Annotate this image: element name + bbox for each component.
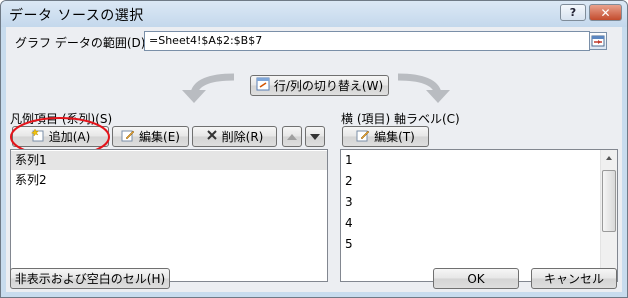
switch-row-column-label: 行/列の切り替え(W) [273, 79, 384, 93]
axis-label-item[interactable]: 3 [341, 193, 599, 212]
arrow-down-icon [310, 133, 320, 140]
edit-axis-labels-label: 編集(T) [374, 130, 415, 144]
data-range-input[interactable]: =Sheet4!$A$2:$B$7 [144, 31, 590, 51]
axis-labels-label: 横 (項目) 軸ラベル(C) [341, 112, 460, 126]
curve-arrow-left-icon [182, 73, 235, 103]
move-up-button[interactable] [282, 126, 302, 147]
axis-labels-listbox[interactable]: 1 2 3 4 5 [340, 149, 618, 282]
series-item[interactable]: 系列2 [11, 171, 327, 190]
help-button[interactable]: ? [560, 4, 586, 21]
dialog-title: データ ソースの選択 [9, 8, 144, 24]
switch-icon [256, 77, 270, 94]
axis-label-item[interactable]: 1 [341, 151, 599, 170]
axis-label-item[interactable]: 2 [341, 172, 599, 191]
axis-labels-scrollbar[interactable] [600, 150, 617, 281]
title-bar: データ ソースの選択 ? ✕ [1, 1, 627, 27]
cancel-button[interactable]: キャンセル [531, 268, 617, 289]
close-button[interactable]: ✕ [589, 4, 622, 21]
series-item[interactable]: 系列1 [11, 151, 327, 170]
edit-series-button[interactable]: 編集(E) [112, 126, 189, 147]
edit-icon [121, 128, 135, 145]
scroll-up-icon[interactable] [606, 156, 612, 160]
edit-axis-labels-button[interactable]: 編集(T) [342, 126, 429, 147]
move-down-button[interactable] [305, 126, 325, 147]
series-listbox[interactable]: 系列1 系列2 [10, 149, 328, 282]
axis-label-item[interactable]: 5 [341, 235, 599, 254]
switch-row-column-button[interactable]: 行/列の切り替え(W) [250, 75, 389, 96]
axis-label-item[interactable]: 4 [341, 214, 599, 233]
scroll-thumb[interactable] [602, 170, 616, 232]
curve-arrow-right-icon [397, 73, 450, 103]
arrow-up-icon [287, 133, 297, 140]
edit-icon [356, 128, 370, 145]
hidden-empty-cells-button[interactable]: 非表示および空白のセル(H) [10, 268, 170, 289]
delete-series-button[interactable]: 削除(R) [192, 126, 277, 147]
delete-series-label: 削除(R) [221, 130, 264, 144]
dialog-body: グラフ データの範囲(D): =Sheet4!$A$2:$B$7 行/列の切り替… [6, 27, 622, 292]
delete-icon [206, 129, 218, 144]
ok-button[interactable]: OK [433, 268, 519, 289]
dialog-window: データ ソースの選択 ? ✕ グラフ データの範囲(D): =Sheet4!$A… [0, 0, 628, 298]
range-collapse-icon[interactable] [589, 32, 607, 50]
data-range-label: グラフ データの範囲(D): [15, 36, 150, 50]
edit-series-label: 編集(E) [139, 130, 180, 144]
